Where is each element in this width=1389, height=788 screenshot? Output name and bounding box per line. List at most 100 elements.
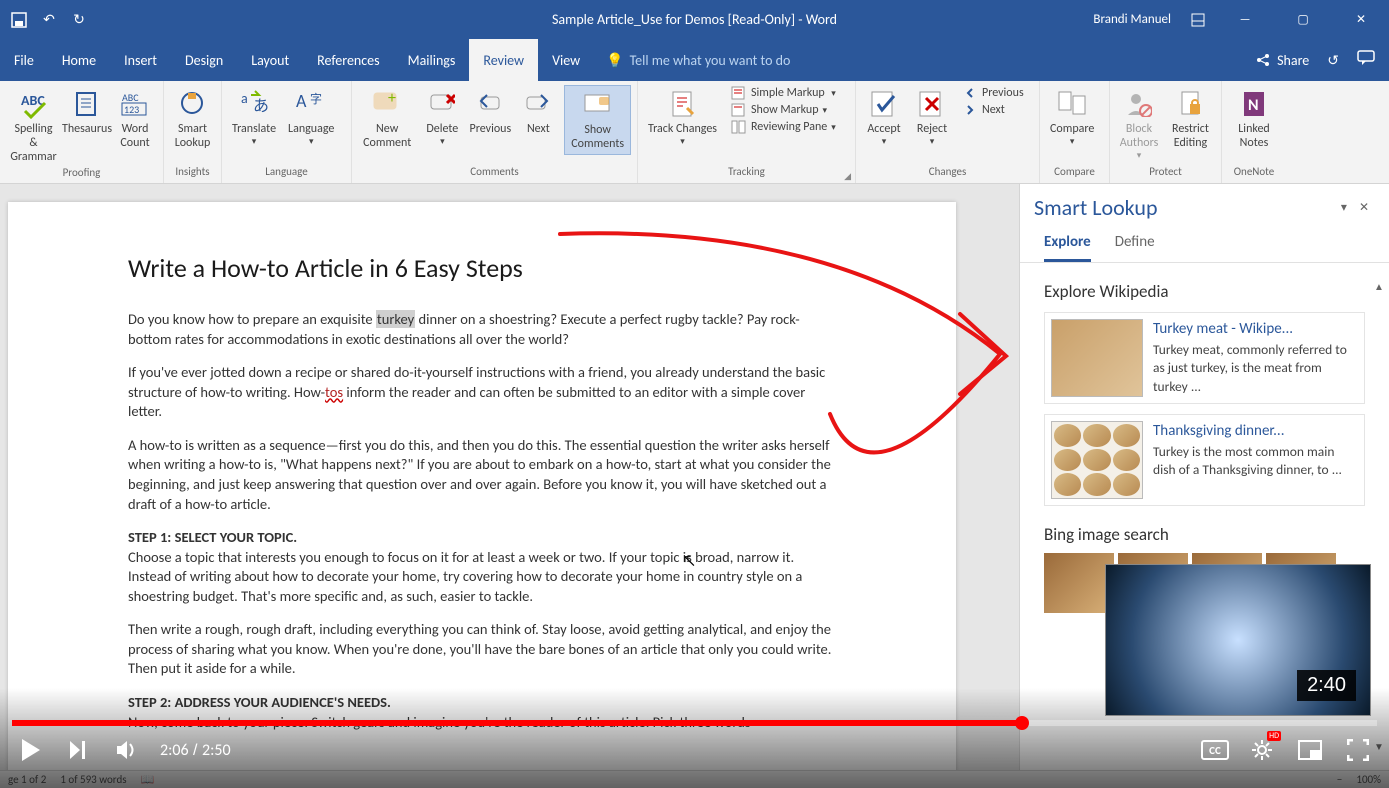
markup-mode-dropdown[interactable]: Simple Markup ▾: [725, 85, 842, 101]
tab-review[interactable]: Review: [469, 39, 538, 81]
svg-text:+: +: [388, 91, 396, 108]
translate-button[interactable]: aあ Translate▾: [228, 85, 280, 149]
svg-text:N: N: [1248, 96, 1259, 115]
spelling-icon: ABC: [17, 87, 51, 121]
pane-options-icon[interactable]: ▾: [1335, 200, 1353, 215]
track-changes-button[interactable]: Track Changes▾: [644, 85, 721, 149]
tab-home[interactable]: Home: [48, 39, 110, 81]
svg-text:字: 字: [310, 91, 322, 107]
redo-icon[interactable]: ↻: [70, 11, 88, 29]
new-comment-button[interactable]: + New Comment: [358, 85, 416, 153]
group-compare: Compare: [1040, 165, 1109, 183]
lightbulb-icon: 💡: [606, 52, 623, 69]
volume-button[interactable]: [112, 735, 142, 765]
delete-comment-icon: [425, 87, 459, 121]
ribbon-options-icon[interactable]: [1189, 11, 1207, 29]
group-language: Language: [222, 165, 351, 183]
video-progress-bar[interactable]: [12, 720, 1377, 726]
maximize-button[interactable]: ▢: [1283, 0, 1323, 39]
undo-icon[interactable]: ↶: [40, 11, 58, 29]
pane-section-wikipedia: Explore Wikipedia: [1044, 281, 1365, 302]
show-markup-icon: [731, 103, 747, 117]
thesaurus-icon: [70, 87, 104, 121]
restrict-editing-button[interactable]: Restrict Editing: [1166, 85, 1215, 153]
status-bar: ge 1 of 2 1 of 593 words 📖 − 100%: [0, 770, 1389, 788]
tab-view[interactable]: View: [538, 39, 594, 81]
pane-close-icon[interactable]: ✕: [1353, 200, 1375, 215]
next-change-button[interactable]: Next: [958, 102, 1030, 118]
history-icon[interactable]: ↺: [1327, 52, 1339, 69]
bing-img-1[interactable]: [1044, 553, 1114, 613]
video-preview-thumb[interactable]: 2:40: [1105, 564, 1371, 716]
svg-text:123: 123: [124, 103, 139, 116]
next-comment-button[interactable]: Next: [516, 85, 560, 139]
save-icon[interactable]: [10, 11, 28, 29]
wiki-thumb-1: [1051, 319, 1143, 397]
previous-comment-button[interactable]: Previous: [468, 85, 512, 139]
step2-heading: STEP 2: ADDRESS YOUR AUDIENCE'S NEEDS.: [128, 693, 836, 713]
wiki-title-2: Thanksgiving dinner...: [1153, 421, 1358, 441]
tab-mailings[interactable]: Mailings: [394, 39, 470, 81]
show-comments-icon: [581, 88, 615, 122]
delete-comment-button[interactable]: Delete▾: [420, 85, 464, 149]
miniplayer-button[interactable]: [1295, 735, 1325, 765]
fullscreen-button[interactable]: [1343, 735, 1373, 765]
share-button[interactable]: Share: [1255, 52, 1309, 69]
thesaurus-button[interactable]: Thesaurus: [65, 85, 109, 139]
step1-para-1: Choose a topic that interests you enough…: [128, 548, 836, 607]
scroll-up-icon[interactable]: ▲: [1371, 280, 1387, 296]
previous-change-button[interactable]: Previous: [958, 85, 1030, 101]
video-controls: 2:06 / 2:50 CC HD: [0, 728, 1389, 772]
word-count-button[interactable]: ABC123 Word Count: [113, 85, 157, 153]
language-button[interactable]: A字 Language▾: [284, 85, 338, 149]
group-comments: Comments: [352, 165, 637, 183]
status-proofing-icon[interactable]: 📖: [141, 773, 155, 786]
tell-me-search[interactable]: 💡 Tell me what you want to do: [606, 52, 790, 69]
smart-lookup-button[interactable]: Smart Lookup: [170, 85, 215, 153]
tab-design[interactable]: Design: [171, 39, 237, 81]
user-name[interactable]: Brandi Manuel: [1093, 12, 1171, 27]
wiki-card-1[interactable]: Turkey meat - Wikipe... Turkey meat, com…: [1044, 312, 1365, 404]
reject-icon: [915, 87, 949, 121]
linked-notes-button[interactable]: N Linked Notes: [1228, 85, 1280, 153]
show-comments-button[interactable]: Show Comments: [564, 85, 631, 155]
spelling-grammar-button[interactable]: ABC Spelling & Grammar: [6, 85, 61, 166]
status-zoom-value[interactable]: 100%: [1356, 773, 1381, 786]
prev-comment-icon: [473, 87, 507, 121]
status-zoom-out[interactable]: −: [1337, 773, 1342, 786]
settings-button[interactable]: HD: [1247, 735, 1277, 765]
accept-button[interactable]: Accept▾: [862, 85, 906, 149]
close-button[interactable]: ✕: [1341, 0, 1381, 39]
minimize-button[interactable]: —: [1225, 0, 1265, 39]
pane-tab-explore[interactable]: Explore: [1044, 233, 1091, 262]
share-icon: [1255, 52, 1271, 68]
wiki-body-1: Turkey meat, commonly referred to as jus…: [1153, 341, 1358, 396]
next-video-button[interactable]: [64, 735, 94, 765]
show-markup-dropdown[interactable]: Show Markup ▾: [725, 102, 842, 118]
wiki-card-2[interactable]: Thanksgiving dinner... Turkey is the mos…: [1044, 414, 1365, 506]
svg-text:a: a: [241, 90, 248, 107]
wiki-thumb-2: [1051, 421, 1143, 499]
svg-text:A: A: [296, 90, 307, 112]
compare-button[interactable]: Compare▾: [1046, 85, 1098, 149]
comments-icon[interactable]: [1357, 50, 1375, 70]
play-button[interactable]: [16, 735, 46, 765]
status-page[interactable]: ge 1 of 2: [8, 773, 46, 786]
reviewing-pane-dropdown[interactable]: Reviewing Pane ▾: [725, 119, 842, 135]
document-title: Sample Article_Use for Demos [Read-Only]…: [552, 11, 837, 28]
tab-insert[interactable]: Insert: [110, 39, 171, 81]
file-tab[interactable]: File: [0, 39, 48, 81]
selected-word: turkey: [376, 310, 415, 328]
reject-button[interactable]: Reject▾: [910, 85, 954, 149]
captions-button[interactable]: CC: [1201, 740, 1229, 760]
video-time: 2:06 / 2:50: [160, 741, 231, 760]
tab-layout[interactable]: Layout: [237, 39, 303, 81]
reviewing-pane-icon: [731, 120, 747, 134]
status-words[interactable]: 1 of 593 words: [60, 773, 126, 786]
tracking-dialog-launcher[interactable]: ◢: [844, 171, 851, 182]
spelling-error: tos: [325, 383, 343, 401]
document-page[interactable]: Write a How-to Article in 6 Easy Steps D…: [8, 202, 956, 782]
pane-tab-define[interactable]: Define: [1115, 233, 1155, 262]
block-authors-button[interactable]: Block Authors▾: [1116, 85, 1162, 163]
tab-references[interactable]: References: [303, 39, 393, 81]
